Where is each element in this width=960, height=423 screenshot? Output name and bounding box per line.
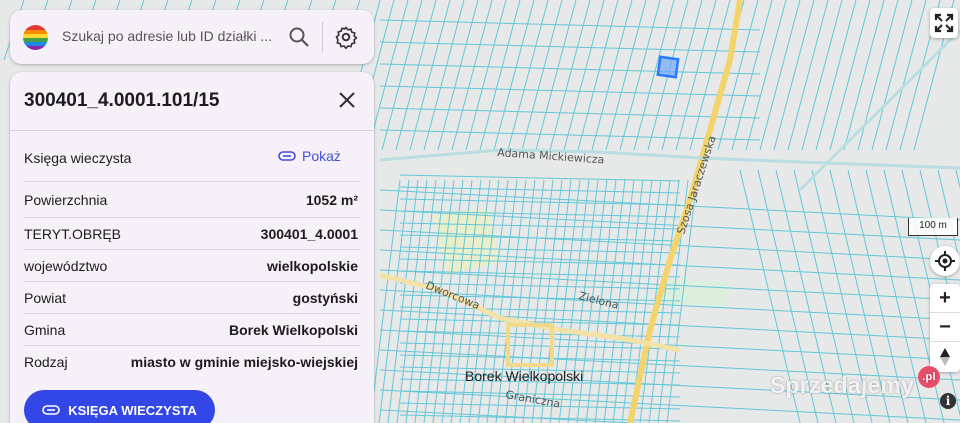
row-teryt: TERYT.OBRĘB 300401_4.0001: [10, 218, 374, 250]
pokaz-link[interactable]: Pokaż: [278, 148, 341, 164]
link-icon: [278, 151, 296, 161]
fullscreen-icon: [934, 13, 954, 33]
scale-bar: 100 m: [908, 218, 958, 236]
row-value: miasto w gminie miejsko-wiejskiej: [130, 354, 358, 370]
compass-icon: [940, 347, 950, 366]
zoom-out-button[interactable]: −: [930, 313, 960, 342]
fullscreen-button[interactable]: [930, 8, 958, 38]
row-value: wielkopolskie: [266, 258, 358, 274]
search-input[interactable]: Szukaj po adresie lub ID działki ...: [62, 28, 272, 44]
link-icon: [42, 405, 61, 415]
divider: [322, 22, 323, 52]
crosshair-icon: [935, 251, 955, 271]
row-value: gostyński: [292, 290, 358, 306]
info-icon[interactable]: i: [940, 393, 956, 409]
row-value: 300401_4.0001: [260, 226, 358, 242]
row-wojewodztwo: województwo wielkopolskie: [10, 250, 374, 282]
parcel-info-panel: 300401_4.0001.101/15 Księga wieczysta Po…: [10, 72, 374, 423]
row-powierzchnia: Powierzchnia 1052 m²: [10, 182, 374, 218]
parcel-id-title: 300401_4.0001.101/15: [24, 90, 220, 111]
search-icon[interactable]: [288, 26, 310, 48]
row-label: Powierzchnia: [24, 192, 108, 208]
row-label: Powiat: [24, 290, 67, 306]
row-value: Borek Wielkopolski: [228, 322, 358, 338]
zoom-controls: + −: [930, 284, 960, 372]
app-logo-icon[interactable]: [23, 25, 48, 50]
search-bar: Szukaj po adresie lub ID działki ...: [10, 10, 374, 64]
watermark-badge: .pl: [918, 366, 940, 388]
watermark: Sprzedajemy .pl: [770, 366, 940, 399]
ksiega-wieczysta-button-label: KSIĘGA WIECZYSTA: [68, 402, 197, 418]
row-label: Księga wieczysta: [24, 150, 132, 166]
row-label: województwo: [24, 258, 108, 274]
divider: [10, 130, 374, 131]
zoom-in-button[interactable]: +: [930, 284, 960, 313]
pokaz-label: Pokaż: [302, 148, 341, 164]
ksiega-wieczysta-button[interactable]: KSIĘGA WIECZYSTA: [24, 390, 215, 423]
row-powiat: Powiat gostyński: [10, 282, 374, 314]
row-label: Rodzaj: [24, 354, 68, 370]
row-label: Gmina: [24, 322, 66, 338]
row-value: 1052 m²: [305, 192, 358, 208]
row-rodzaj: Rodzaj miasto w gminie miejsko-wiejskiej: [10, 346, 374, 378]
close-icon[interactable]: [336, 89, 358, 111]
selected-parcel: [656, 55, 680, 79]
row-label: TERYT.OBRĘB: [24, 226, 121, 242]
locate-button[interactable]: [930, 246, 960, 276]
gear-icon[interactable]: [334, 25, 358, 50]
row-gmina: Gmina Borek Wielkopolski: [10, 314, 374, 346]
watermark-text: Sprzedajemy: [770, 372, 915, 398]
town-label: Borek Wielkopolski: [465, 368, 583, 384]
